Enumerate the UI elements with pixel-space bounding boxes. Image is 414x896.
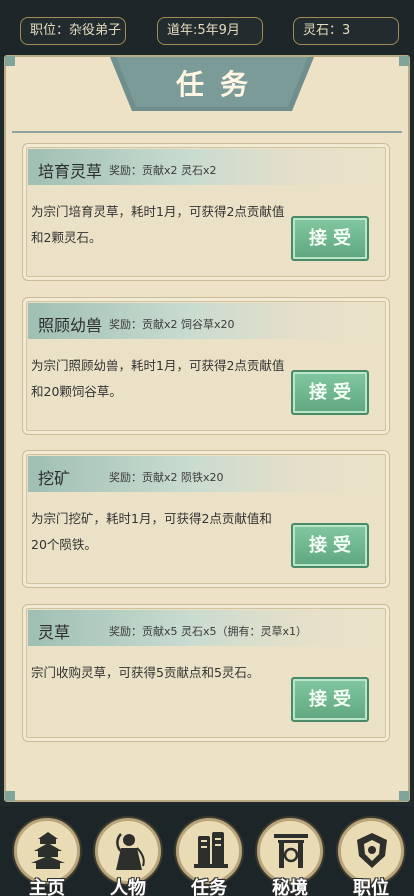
accept-button[interactable]: 接受 xyxy=(291,370,369,415)
nav-item-position[interactable]: 职位 xyxy=(338,818,404,896)
task-card-header: 培育灵草 奖励：贡献x2 灵石x2 xyxy=(28,149,384,185)
scroll-icon xyxy=(194,832,228,868)
emblem-icon xyxy=(357,833,387,868)
nav-item-tasks[interactable]: 任务 xyxy=(176,818,242,896)
accept-button[interactable]: 接受 xyxy=(291,523,369,568)
task-description: 为宗门培育灵草，耗时1月，可获得2点贡献值和2颗灵石。 xyxy=(31,204,285,245)
corner-ornament-icon xyxy=(399,56,409,66)
nav-item-home[interactable]: 主页 xyxy=(14,818,80,896)
task-card-header: 挖矿 奖励：贡献x2 陨铁x20 xyxy=(28,456,384,492)
task-name: 挖矿 xyxy=(38,469,71,488)
nav-label-character: 人物 xyxy=(110,878,146,896)
nav-label-tasks: 任务 xyxy=(191,878,227,896)
nav-label-position: 职位 xyxy=(353,878,389,896)
position-text: 职位：杂役弟子 xyxy=(30,23,122,38)
spirit-stone-indicator: 灵石：3 xyxy=(293,17,399,45)
task-card: 灵草 奖励：贡献x5 灵石x5（拥有：灵草x1） 宗门收购灵草，可获得5贡献点和… xyxy=(22,604,390,742)
task-reward: 奖励：贡献x2 灵石x2 xyxy=(109,164,217,177)
task-description: 为宗门挖矿，耗时1月，可获得2点贡献值和20个陨铁。 xyxy=(31,511,272,552)
nav-item-character[interactable]: 人物 xyxy=(95,818,161,896)
panel-title-banner: 任务 xyxy=(110,57,314,113)
task-card: 照顾幼兽 奖励：贡献x2 饲谷草x20 为宗门照顾幼兽，耗时1月，可获得2点贡献… xyxy=(22,297,390,435)
task-name: 培育灵草 xyxy=(38,162,103,181)
bottom-navigation: 主页 人物 任务 秘境 职位 xyxy=(0,806,414,896)
nav-label-home: 主页 xyxy=(29,878,65,896)
top-status-bar: 职位：杂役弟子 道年:5年9月 灵石：3 xyxy=(0,0,414,62)
position-indicator: 职位：杂役弟子 xyxy=(20,17,126,45)
page-title: 任务 xyxy=(175,68,264,101)
task-description: 宗门收购灵草，可获得5贡献点和5灵石。 xyxy=(31,665,260,680)
task-name: 灵草 xyxy=(38,623,71,642)
task-card: 挖矿 奖励：贡献x2 陨铁x20 为宗门挖矿，耗时1月，可获得2点贡献值和20个… xyxy=(22,450,390,588)
nav-label-secret-realm: 秘境 xyxy=(272,878,308,896)
year-indicator: 道年:5年9月 xyxy=(157,17,263,45)
spirit-stone-text: 灵石：3 xyxy=(303,23,351,38)
task-card: 培育灵草 奖励：贡献x2 灵石x2 为宗门培育灵草，耗时1月，可获得2点贡献值和… xyxy=(22,143,390,281)
task-card-header: 照顾幼兽 奖励：贡献x2 饲谷草x20 xyxy=(28,303,384,339)
pagoda-icon xyxy=(31,832,65,869)
accept-button[interactable]: 接受 xyxy=(291,216,369,261)
year-text: 道年:5年9月 xyxy=(167,23,240,38)
nav-item-secret-realm[interactable]: 秘境 xyxy=(257,818,323,896)
task-reward: 奖励：贡献x5 灵石x5（拥有：灵草x1） xyxy=(109,625,308,638)
task-reward: 奖励：贡献x2 陨铁x20 xyxy=(109,471,224,484)
accept-button[interactable]: 接受 xyxy=(291,677,369,722)
task-description: 为宗门照顾幼兽，耗时1月，可获得2点贡献值和20颗饲谷草。 xyxy=(31,358,285,399)
gate-icon xyxy=(274,834,308,868)
character-icon xyxy=(116,833,145,870)
task-card-header: 灵草 奖励：贡献x5 灵石x5（拥有：灵草x1） xyxy=(28,610,384,646)
task-reward: 奖励：贡献x2 饲谷草x20 xyxy=(109,318,235,331)
corner-ornament-icon xyxy=(5,56,15,66)
task-name: 照顾幼兽 xyxy=(38,316,103,335)
